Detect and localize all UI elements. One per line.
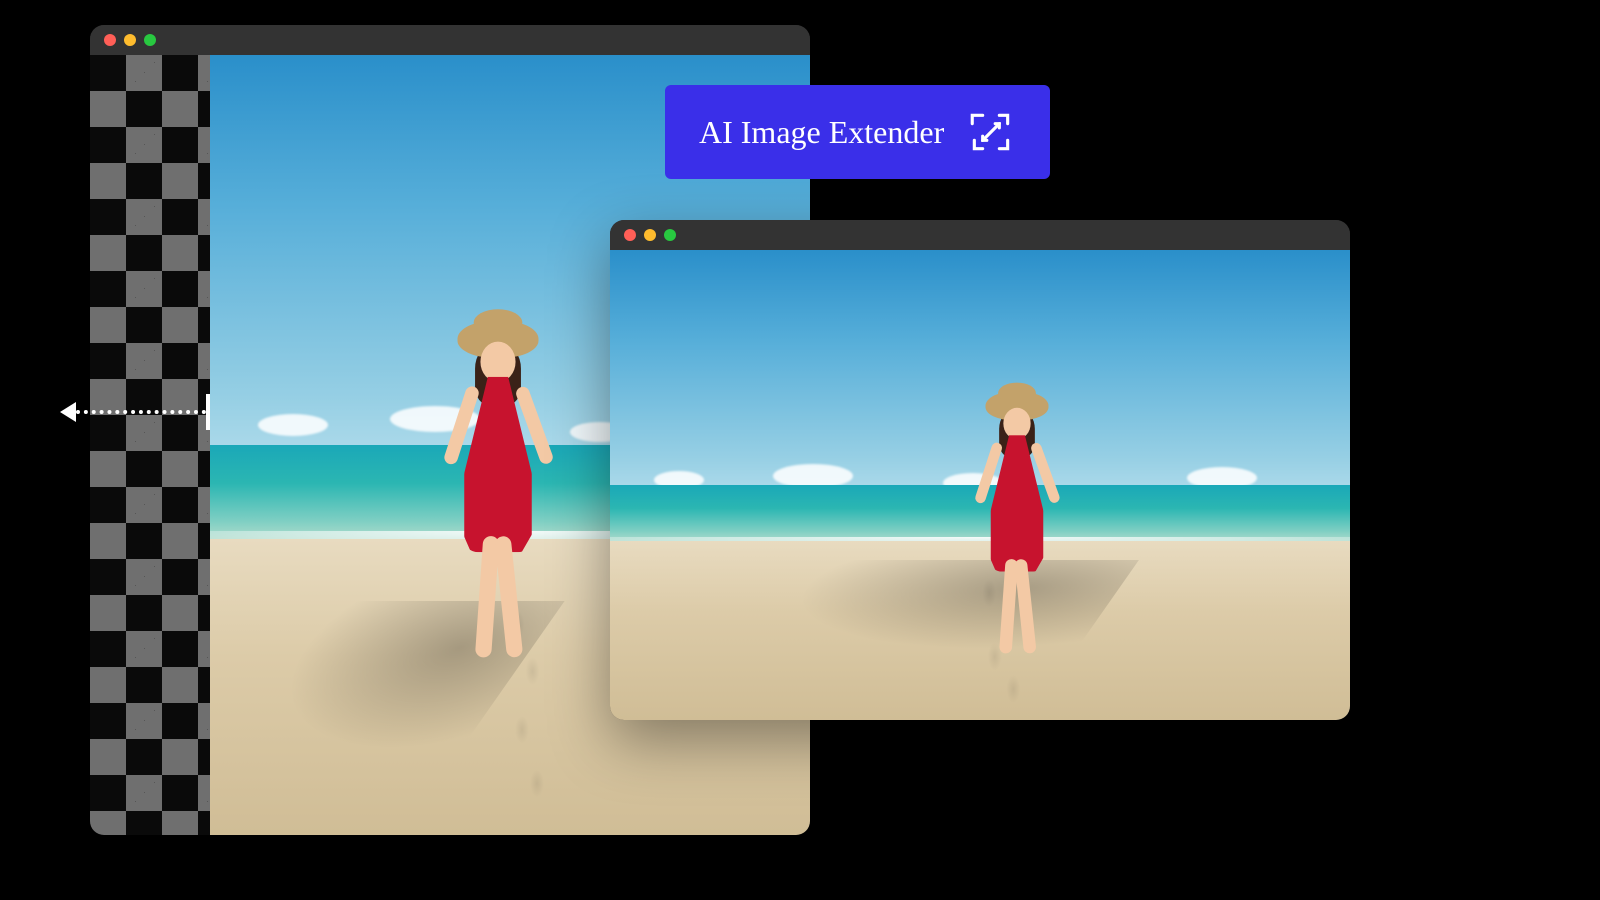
window-titlebar [90,25,810,55]
extend-left-arrow-icon [60,400,210,424]
minimize-icon[interactable] [644,229,656,241]
close-icon[interactable] [624,229,636,241]
maximize-icon[interactable] [144,34,156,46]
expand-icon [966,107,1016,157]
minimize-icon[interactable] [124,34,136,46]
result-window [610,220,1350,720]
ai-extender-badge[interactable]: AI Image Extender [665,85,1050,179]
extended-image [610,250,1350,720]
badge-label: AI Image Extender [699,114,944,151]
maximize-icon[interactable] [664,229,676,241]
window-titlebar [610,220,1350,250]
close-icon[interactable] [104,34,116,46]
result-content [610,250,1350,720]
